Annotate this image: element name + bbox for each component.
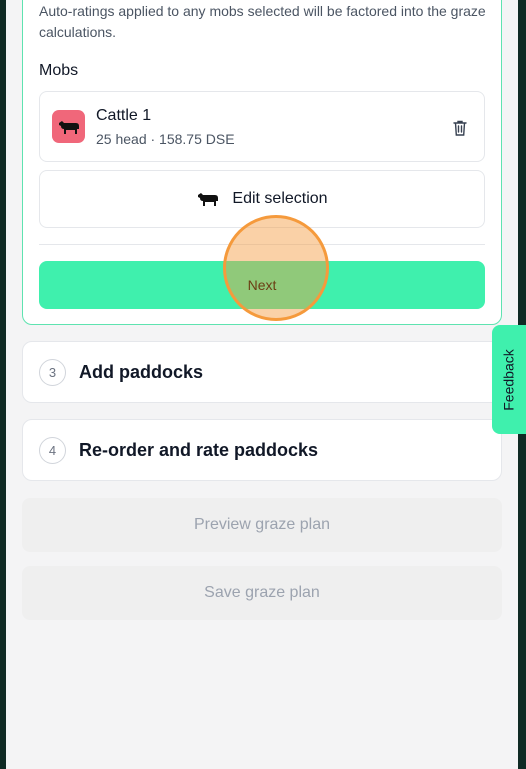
mob-name: Cattle 1	[96, 107, 152, 124]
edit-selection-label: Edit selection	[232, 190, 328, 207]
feedback-tab[interactable]: Feedback	[492, 325, 526, 434]
step-number: 4	[39, 436, 66, 464]
cow-icon	[58, 120, 79, 134]
feedback-label: Feedback	[501, 348, 518, 411]
divider	[39, 244, 485, 245]
step-reorder-rate-paddocks[interactable]: 4 Re-order and rate paddocks	[22, 419, 502, 481]
step-title: Re-order and rate paddocks	[79, 439, 319, 460]
cow-icon	[198, 193, 219, 206]
step-title: Add paddocks	[79, 361, 204, 382]
next-button[interactable]: Next	[39, 261, 485, 309]
mob-meta: 25 head · 158.75 DSE	[96, 131, 235, 147]
mob-card: Cattle 1 25 head · 158.75 DSE	[39, 91, 485, 162]
step-description: Auto-ratings applied to any mobs selecte…	[39, 3, 486, 40]
trash-icon[interactable]	[450, 118, 470, 138]
next-label: Next	[247, 277, 277, 293]
preview-graze-plan-button[interactable]: Preview graze plan	[22, 498, 502, 552]
step-select-mobs-card: Auto-ratings applied to any mobs selecte…	[22, 0, 502, 325]
step-number: 3	[39, 358, 66, 386]
mobs-heading: Mobs	[39, 62, 79, 79]
edit-selection-button[interactable]: Edit selection	[39, 170, 485, 228]
step-add-paddocks[interactable]: 3 Add paddocks	[22, 341, 502, 403]
mob-avatar	[52, 110, 85, 143]
graze-plan-page: Auto-ratings applied to any mobs selecte…	[6, 0, 518, 769]
save-graze-plan-button[interactable]: Save graze plan	[22, 566, 502, 620]
